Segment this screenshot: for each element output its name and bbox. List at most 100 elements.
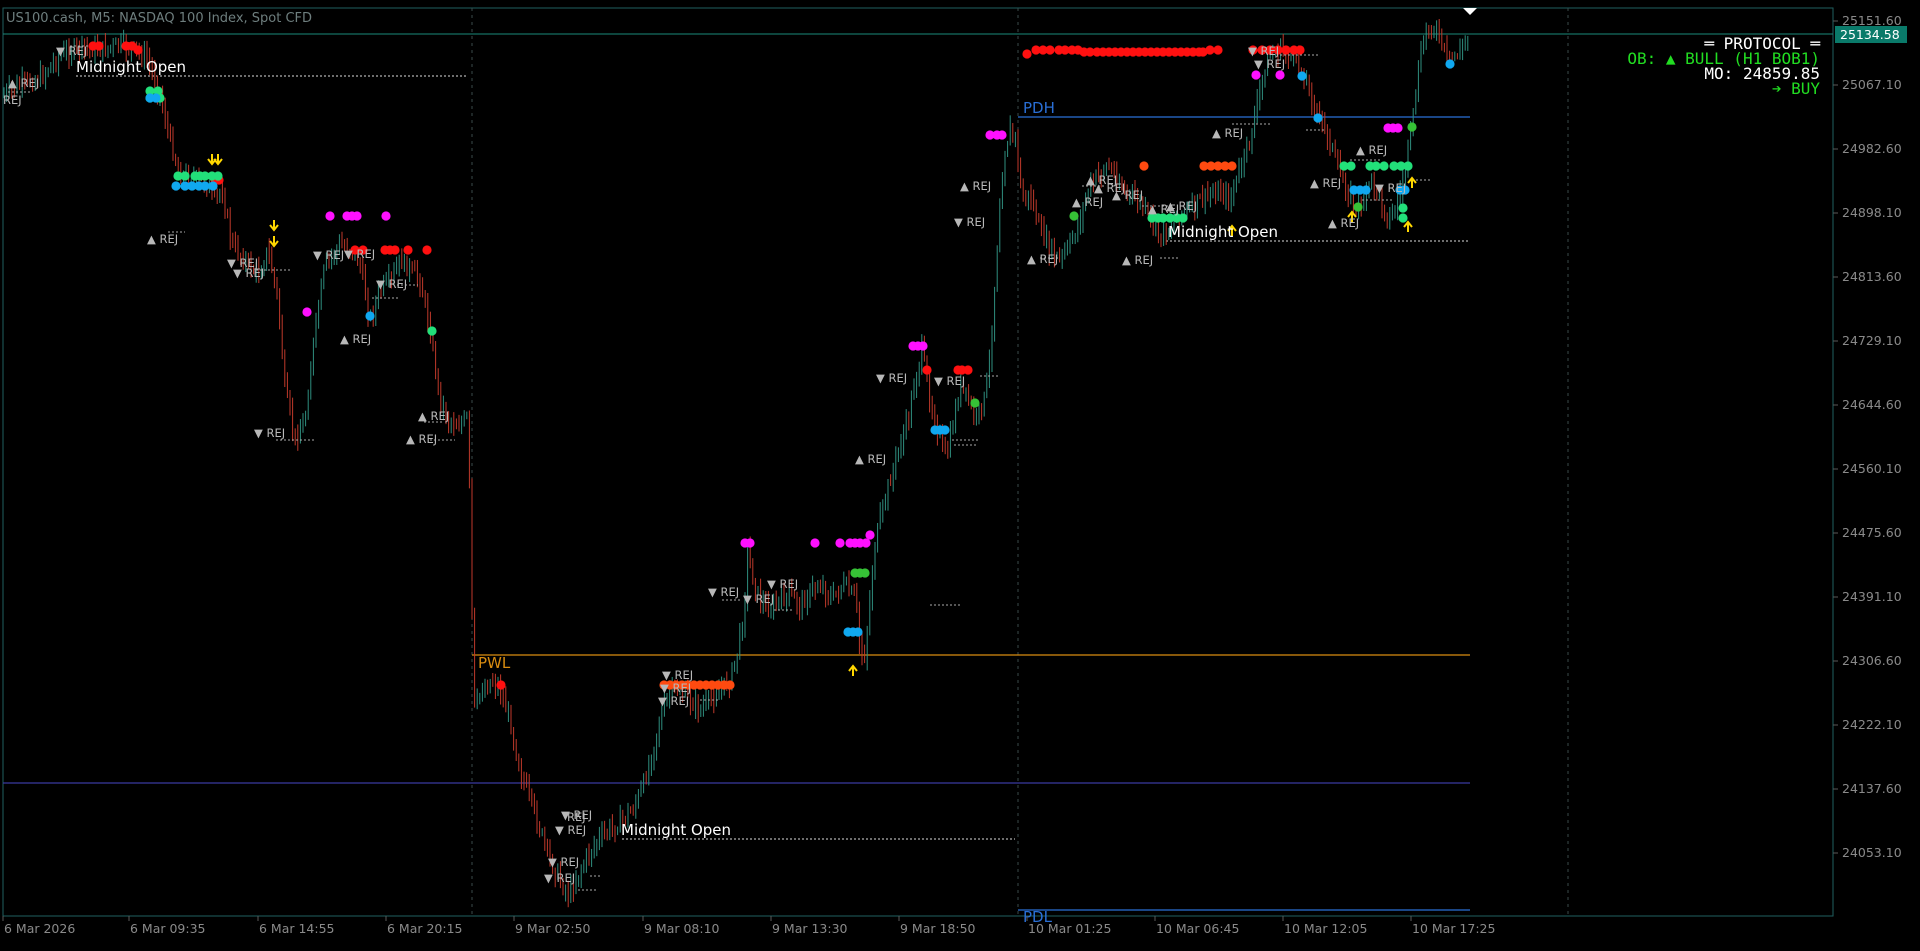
plot-area[interactable]	[2, 7, 1834, 917]
signal-dot-lime	[860, 568, 870, 578]
price-tick-label: 24053.10	[1842, 845, 1902, 860]
rej-label: ▼ REJ	[660, 681, 691, 695]
rej-label: ▲ REJ	[1310, 176, 1341, 190]
rej-label: ▼ REJ	[1375, 181, 1406, 195]
rej-label: ▼ REJ	[662, 668, 693, 682]
signal-dot-red	[922, 365, 932, 375]
rej-label: ▼ REJ	[233, 266, 264, 280]
protocol-signal: ➔ BUY	[1772, 79, 1821, 98]
signal-dot-cyan	[1297, 71, 1307, 81]
time-tick-label: 6 Mar 09:35	[130, 921, 206, 936]
rej-label: ▼ REJ	[658, 694, 689, 708]
signal-dot-green	[1178, 213, 1188, 223]
trading-chart[interactable]: ▼ REJ ▲ REJ REJ ▲ REJ ▼ REJ ▼ REJ ▼ REJ ▲ REJ ▼ …	[0, 0, 1920, 947]
price-tick-label: 24982.60	[1842, 141, 1902, 156]
rej-label: ▼ REJ	[708, 585, 739, 599]
signal-dot-red	[94, 41, 104, 51]
signal-dot-green	[1379, 161, 1389, 171]
rej-label: ▼ REJ	[1248, 44, 1279, 58]
time-tick-label: 10 Mar 12:05	[1284, 921, 1367, 936]
rej-label: ▼ REJ	[344, 247, 375, 261]
time-tick-label: 6 Mar 20:15	[387, 921, 463, 936]
rej-label: ▲ REJ	[960, 179, 991, 193]
signal-dot-orange	[1139, 161, 1149, 171]
time-tick-label: 9 Mar 18:50	[900, 921, 976, 936]
pwl-label: PWL	[478, 654, 511, 672]
time-scale[interactable]: 6 Mar 2026 6 Mar 09:35 6 Mar 14:55 6 Mar 20…	[2, 916, 1495, 936]
rej-label: ▲ REJ	[855, 452, 886, 466]
price-tick-label: 25151.60	[1842, 13, 1902, 28]
signal-dot-magenta	[302, 307, 312, 317]
time-tick-label: 10 Mar 01:25	[1028, 921, 1111, 936]
price-tick-label: 24729.10	[1842, 333, 1902, 348]
price-tick-label: 25067.10	[1842, 77, 1902, 92]
signal-dot-green	[213, 171, 223, 181]
time-tick-label: 9 Mar 13:30	[772, 921, 848, 936]
price-tick-label: 24644.60	[1842, 397, 1902, 412]
price-tick-label: 24560.10	[1842, 461, 1902, 476]
signal-dot-red	[1205, 45, 1215, 55]
signal-dot-cyan	[940, 425, 950, 435]
signal-dot-cyan	[151, 93, 161, 103]
signal-dot-red	[1045, 45, 1055, 55]
signal-dot-magenta	[745, 538, 755, 548]
signal-dot-magenta	[1393, 123, 1403, 133]
signal-dot-green	[1346, 161, 1356, 171]
signal-dot-magenta	[381, 211, 391, 221]
rej-label: ▼ REJ	[544, 871, 575, 885]
rej-label: ▲ REJ	[1122, 253, 1153, 267]
rej-label: ▲ REJ	[418, 409, 449, 423]
signal-dot-red	[1281, 45, 1291, 55]
pdh-label: PDH	[1023, 99, 1055, 117]
rej-label: ▲ REJ	[8, 76, 39, 90]
rej-label: ▲ REJ	[406, 432, 437, 446]
price-tick-label: 24222.10	[1842, 717, 1902, 732]
signal-dot-magenta	[352, 211, 362, 221]
signal-dot-green	[427, 326, 437, 336]
signal-dot-magenta	[918, 341, 928, 351]
time-tick-label: 10 Mar 17:25	[1412, 921, 1495, 936]
current-price-tag: 25134.58	[1835, 26, 1907, 43]
signal-dot-magenta	[865, 530, 875, 540]
signal-dot-red	[403, 245, 413, 255]
midnight-open-label-2: Midnight Open	[621, 821, 731, 839]
signal-dot-green	[180, 171, 190, 181]
signal-dot-green	[1403, 161, 1413, 171]
signal-dot-orange	[1227, 161, 1237, 171]
price-scale[interactable]: 25151.60 25067.10 24982.60 24898.10 24813.60…	[1833, 13, 1902, 860]
signal-dot-lime	[970, 398, 980, 408]
rej-label: ▲ REJ	[340, 332, 371, 346]
rej-label: ▼ REJ	[876, 371, 907, 385]
rej-label: ▲ REJ	[1356, 143, 1387, 157]
price-tick-label: 24475.60	[1842, 525, 1902, 540]
signal-dot-green	[1398, 213, 1408, 223]
rej-label: ▼ REJ	[376, 277, 407, 291]
rej-label: ▲ REJ	[1027, 252, 1058, 266]
rej-label: ▼ REJ	[548, 855, 579, 869]
signal-dot-red	[496, 680, 506, 690]
chart-title: US100.cash, M5: NASDAQ 100 Index, Spot C…	[6, 11, 312, 26]
signal-dot-magenta	[810, 538, 820, 548]
rej-label: ▲ REJ	[1212, 126, 1243, 140]
signal-dot-magenta	[997, 130, 1007, 140]
rej-label: ▲ REJ	[1112, 188, 1143, 202]
time-tick-label: 6 Mar 14:55	[259, 921, 335, 936]
midnight-open-label-1: Midnight Open	[76, 58, 186, 76]
current-price-value: 25134.58	[1840, 27, 1900, 42]
time-tick-label: 9 Mar 02:50	[515, 921, 591, 936]
rej-label: ▼ REJ	[1254, 57, 1285, 71]
rej-label: ▼ REJ	[254, 426, 285, 440]
signal-dot-red	[1022, 49, 1032, 59]
rej-label: ▲ REJ	[1328, 216, 1359, 230]
signal-dot-red	[1295, 45, 1305, 55]
signal-dot-green	[1371, 161, 1381, 171]
rej-label: ▼ REJ	[954, 215, 985, 229]
signal-dot-cyan	[208, 181, 218, 191]
time-tick-label: 9 Mar 08:10	[644, 921, 720, 936]
price-tick-label: 24306.60	[1842, 653, 1902, 668]
signal-dot-red	[133, 45, 143, 55]
time-tick-label: 10 Mar 06:45	[1156, 921, 1239, 936]
midnight-open-label-3: Midnight Open	[1168, 223, 1278, 241]
signal-dot-lime	[1353, 202, 1363, 212]
signal-dot-magenta	[325, 211, 335, 221]
